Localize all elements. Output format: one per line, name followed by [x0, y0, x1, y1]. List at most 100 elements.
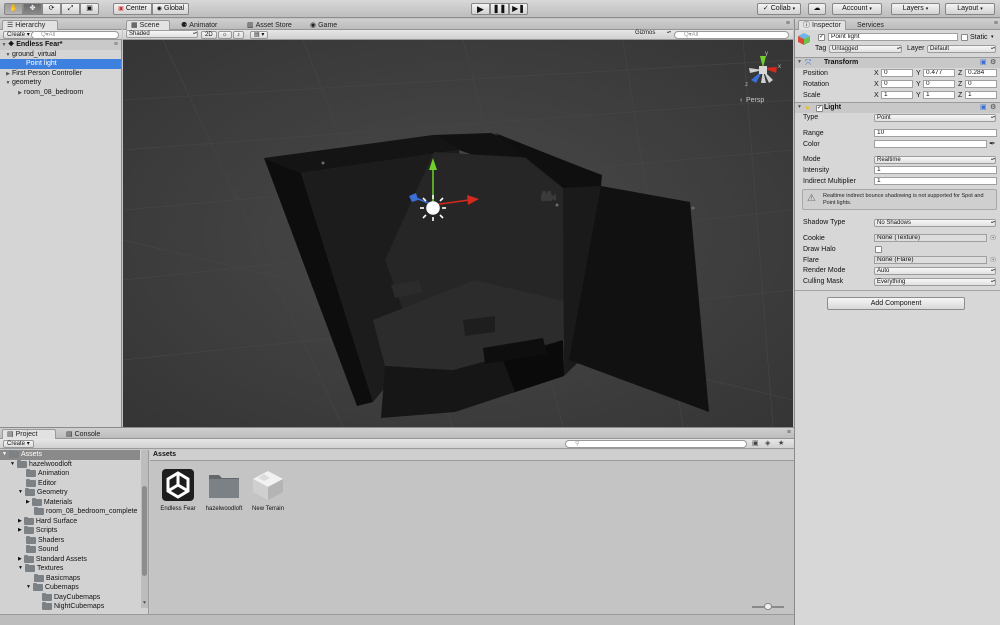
hierarchy-item-selected[interactable]: Point light: [0, 59, 121, 69]
cloud-button[interactable]: ☁: [808, 3, 826, 15]
tree-item[interactable]: ▼ Textures: [18, 564, 63, 574]
tree-item[interactable]: room_08_bedroom_complete: [34, 507, 137, 517]
expand-triangle-icon[interactable]: ▼: [797, 104, 802, 110]
gizmos-dropdown[interactable]: Gizmos: [633, 30, 671, 38]
tab-services[interactable]: Services: [853, 20, 888, 30]
tree-item[interactable]: NightCubemaps: [42, 602, 104, 612]
collapse-triangle-icon[interactable]: ▶: [26, 498, 30, 508]
object-name-field[interactable]: Point light: [828, 33, 958, 41]
tree-item[interactable]: ▶ Standard Assets: [18, 554, 87, 565]
range-field[interactable]: 10: [874, 129, 997, 137]
pivot-center-button[interactable]: ▣ Center: [113, 3, 152, 15]
move-tool-button[interactable]: ✥: [23, 3, 42, 15]
tab-asset-store[interactable]: ▥ Asset Store: [243, 20, 296, 30]
play-button[interactable]: ▶: [471, 3, 490, 15]
culling-mask-dropdown[interactable]: Everything: [874, 278, 996, 286]
hand-tool-button[interactable]: ✋: [4, 3, 23, 15]
tab-animator[interactable]: ⚈ Animator: [177, 20, 221, 30]
tree-item[interactable]: Editor: [26, 478, 56, 489]
gear-icon[interactable]: ⚙: [990, 58, 996, 66]
layout-dropdown[interactable]: Layout ▾: [945, 3, 995, 15]
tree-item[interactable]: ▶ Materials: [26, 497, 72, 508]
tree-item[interactable]: Sound: [26, 545, 58, 555]
layers-dropdown[interactable]: Layers ▾: [891, 3, 940, 15]
tree-item[interactable]: ▼ Geometry: [18, 488, 68, 498]
tab-hierarchy[interactable]: ☰ Hierarchy: [2, 20, 58, 30]
projection-label[interactable]: Persp: [746, 97, 764, 104]
tree-item[interactable]: ▼ hazelwoodloft: [10, 459, 72, 470]
mode-2d-toggle[interactable]: 2D: [201, 31, 217, 39]
favorite-star-icon[interactable]: ★: [778, 439, 784, 447]
hierarchy-item[interactable]: ▼ geometry: [0, 78, 121, 88]
position-x-field[interactable]: 0: [881, 69, 913, 77]
rotate-tool-button[interactable]: ⟳: [42, 3, 61, 15]
rotation-global-button[interactable]: ◉ Global: [152, 3, 189, 15]
eyedropper-icon[interactable]: ✒: [989, 139, 996, 148]
create-dropdown[interactable]: Create ▾: [3, 31, 34, 39]
expand-triangle-icon[interactable]: ▼: [797, 59, 802, 65]
tab-console[interactable]: ▤ Console: [62, 429, 104, 439]
expand-triangle-icon[interactable]: ▼: [26, 583, 31, 593]
tab-project[interactable]: ▤ Project: [2, 429, 56, 439]
rotation-x-field[interactable]: 0: [881, 80, 913, 88]
tree-item[interactable]: Animation: [26, 469, 69, 479]
indirect-multiplier-field[interactable]: 1: [874, 177, 997, 185]
scene-lighting-toggle[interactable]: ☼: [218, 31, 232, 39]
expand-triangle-icon[interactable]: ▼: [10, 460, 15, 470]
hierarchy-item[interactable]: ▶ First Person Controller: [0, 69, 121, 79]
hierarchy-item[interactable]: ▼ ground_virtual: [0, 50, 121, 60]
scale-z-field[interactable]: 1: [965, 91, 997, 99]
rotation-y-field[interactable]: 0: [923, 80, 955, 88]
tab-game[interactable]: ◉ Game: [306, 20, 341, 30]
asset-item[interactable]: New Terrain: [246, 463, 290, 513]
scene-search-input[interactable]: Q▾All: [674, 31, 789, 39]
light-type-dropdown[interactable]: Point: [874, 114, 996, 122]
scene-audio-toggle[interactable]: ♪: [233, 31, 244, 39]
collapse-triangle-icon[interactable]: ▶: [16, 89, 24, 99]
static-checkbox[interactable]: [961, 34, 968, 41]
create-dropdown[interactable]: Create ▾: [3, 440, 34, 448]
tag-dropdown[interactable]: Untagged: [829, 45, 902, 53]
hierarchy-item[interactable]: ▶ room_08_bedroom: [0, 88, 121, 98]
pause-button[interactable]: ❚❚: [490, 3, 509, 15]
hierarchy-search-input[interactable]: Q▾All: [31, 31, 119, 39]
filter-type-icon[interactable]: ▣: [752, 439, 759, 447]
icon-size-slider-thumb[interactable]: [764, 603, 772, 610]
collab-dropdown[interactable]: ✓ Collab ▾: [757, 3, 801, 15]
project-search-input[interactable]: ⚲: [565, 440, 747, 448]
mode-dropdown[interactable]: Realtime: [874, 156, 996, 164]
tree-item[interactable]: ▶ Hard Surface: [18, 516, 77, 527]
tab-scene[interactable]: ▦ Scene: [126, 20, 170, 30]
collapse-triangle-icon[interactable]: ▶: [18, 555, 22, 565]
active-checkbox[interactable]: ✓: [818, 34, 825, 41]
light-header[interactable]: ▼ ● ✓ Light ▣ ⚙: [795, 102, 1000, 113]
help-icon[interactable]: ▣: [980, 103, 987, 111]
asset-item[interactable]: hazelwoodloft: [202, 463, 246, 513]
expand-triangle-icon[interactable]: ▼: [2, 450, 7, 460]
point-light-icon[interactable]: [420, 195, 446, 221]
object-picker-icon[interactable]: ☉: [990, 234, 996, 242]
tree-item[interactable]: Shaders: [26, 535, 64, 546]
position-y-field[interactable]: 0.477: [923, 69, 955, 77]
add-component-button[interactable]: Add Component: [827, 297, 965, 310]
asset-item[interactable]: Endless Fear: [156, 463, 200, 513]
collapse-triangle-icon[interactable]: ▶: [18, 526, 22, 536]
flare-field[interactable]: None (Flare): [874, 256, 987, 264]
scale-x-field[interactable]: 1: [881, 91, 913, 99]
rotation-z-field[interactable]: 0: [965, 80, 997, 88]
account-dropdown[interactable]: Account ▾: [832, 3, 882, 15]
expand-triangle-icon[interactable]: ▼: [18, 564, 23, 574]
filter-label-icon[interactable]: ◈: [765, 439, 770, 447]
help-icon[interactable]: ▣: [980, 58, 987, 66]
scale-y-field[interactable]: 1: [923, 91, 955, 99]
tree-item[interactable]: Basicmaps: [34, 573, 80, 584]
expand-triangle-icon[interactable]: ▼: [18, 488, 23, 498]
shadow-type-dropdown[interactable]: No Shadows: [874, 219, 996, 227]
draw-halo-checkbox[interactable]: [875, 246, 882, 253]
scene-effects-dropdown[interactable]: ▤ ▾: [250, 31, 269, 39]
panel-menu-icon[interactable]: ≡: [786, 20, 790, 27]
chevron-down-icon[interactable]: ▾: [991, 34, 994, 40]
render-mode-dropdown[interactable]: Auto: [874, 267, 996, 275]
tree-item[interactable]: DayCubemaps: [42, 592, 100, 603]
scene-row[interactable]: ▼ ❖ Endless Fear* ≡: [0, 40, 121, 50]
